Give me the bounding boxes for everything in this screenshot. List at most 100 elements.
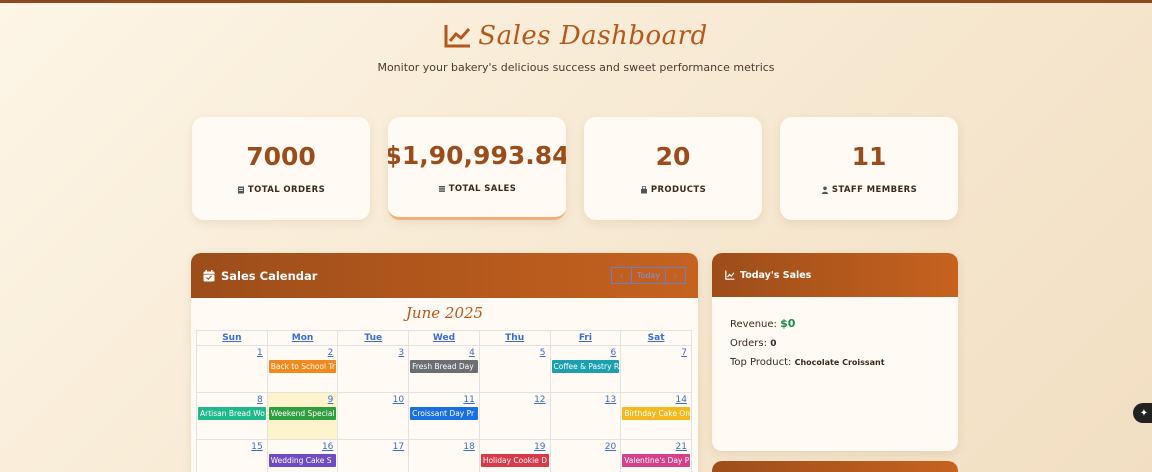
calendar-event[interactable]: Holiday Cookie D (480, 454, 549, 467)
stat-label-text: TOTAL SALES (448, 183, 517, 194)
calendar-day-cell[interactable]: 20 (549, 439, 622, 472)
day-number-link[interactable]: 17 (338, 440, 408, 454)
weekday-header[interactable]: Wed (408, 330, 480, 346)
page-subtitle: Monitor your bakery's delicious success … (377, 61, 775, 74)
calendar-title-text: Sales Calendar (221, 268, 318, 283)
day-number-link[interactable]: 5 (480, 346, 550, 360)
weekday-row: Sun Mon Tue Wed Thu Fri Sat (196, 330, 692, 346)
day-number-link[interactable]: 21 (621, 440, 691, 454)
calendar-day-cell[interactable]: 7 (620, 345, 692, 393)
calendar-body: 1 2 Back to School Tr 3 4 Fresh Bread Day 5 6 Co… (196, 345, 692, 472)
calendar-day-cell[interactable]: 21 Valentine's Day P (620, 439, 692, 472)
line-chart-icon (725, 270, 735, 280)
stat-card-products[interactable]: 20 PRODUCTS (584, 117, 762, 220)
stat-card-staff-members[interactable]: 11 STAFF MEMBERS (780, 117, 958, 220)
calendar-day-cell[interactable]: 8 Artisan Bread Wo (196, 392, 268, 440)
todays-sales-header: Today's Sales (712, 253, 958, 297)
calendar-day-cell[interactable]: 17 (337, 439, 410, 472)
user-icon (821, 186, 829, 194)
calendar-day-cell[interactable]: 1 (196, 345, 268, 393)
calendar-day-cell[interactable]: 10 (337, 392, 410, 440)
calendar-day-cell[interactable]: 12 (478, 392, 551, 440)
stat-label: STAFF MEMBERS (821, 185, 917, 195)
calendar-day-cell[interactable]: 6 Coffee & Pastry R (549, 345, 622, 393)
title-row: Sales Dashboard (0, 21, 1152, 51)
assistant-button[interactable]: ✦ (1133, 403, 1152, 423)
day-number-link[interactable]: 15 (197, 440, 267, 454)
calendar-event[interactable]: Fresh Bread Day (410, 360, 478, 373)
day-number-link[interactable]: 1 (197, 346, 267, 360)
day-number-link[interactable]: 13 (551, 393, 621, 407)
weekday-header[interactable]: Sun (196, 330, 268, 346)
today-button[interactable]: Today (631, 268, 666, 283)
day-number-link[interactable]: 19 (480, 440, 550, 454)
calendar-event[interactable]: Birthday Cake On (622, 407, 690, 420)
calendar-day-cell[interactable]: 3 (337, 345, 410, 393)
calendar-day-cell[interactable]: 16 Wedding Cake S (266, 439, 339, 472)
weekday-header[interactable]: Tue (337, 330, 410, 346)
day-number-link[interactable]: 12 (480, 393, 550, 407)
todays-sales-body: Revenue: $0 Orders: 0 Top Product: Choco… (712, 297, 958, 368)
calendar-day-cell[interactable]: 5 (478, 345, 551, 393)
top-product-label: Top Product: (730, 357, 792, 368)
calendar-event[interactable]: Artisan Bread Wo (198, 407, 266, 420)
calendar-event[interactable]: Croissant Day Pr (410, 407, 478, 420)
calendar-event[interactable]: Valentine's Day P (622, 454, 690, 467)
calendar-day-cell[interactable]: 13 (549, 392, 622, 440)
day-number-link[interactable]: 14 (621, 393, 691, 407)
stat-card-total-sales[interactable]: $1,90,993.84 TOTAL SALES (388, 117, 566, 220)
revenue-value: $0 (780, 317, 796, 330)
top-product-value: Chocolate Croissant (794, 358, 885, 367)
stat-label-text: PRODUCTS (650, 185, 707, 195)
calendar-event[interactable]: Back to School Tr (268, 360, 337, 373)
coins-icon (438, 185, 445, 192)
calendar-week: 8 Artisan Bread Wo 9 Weekend Special 10 11 Cro… (196, 392, 692, 440)
day-number-link[interactable]: 7 (621, 346, 691, 360)
box-icon (640, 186, 647, 194)
calendar-day-cell[interactable]: 18 (408, 439, 480, 472)
calendar-event[interactable]: Wedding Cake S (268, 454, 337, 467)
calendar-day-cell[interactable]: 2 Back to School Tr (266, 345, 339, 393)
orders-row: Orders: 0 (730, 338, 958, 349)
day-number-link[interactable]: 10 (338, 393, 408, 407)
day-number-link[interactable]: 11 (409, 393, 479, 407)
calendar-day-cell[interactable]: 9 Weekend Special (266, 392, 339, 440)
revenue-label: Revenue: (730, 319, 777, 330)
day-number-link[interactable]: 3 (338, 346, 408, 360)
calendar-grid: Sun Mon Tue Wed Thu Fri Sat 1 2 Back to School T… (196, 330, 692, 472)
todays-sales-title: Today's Sales (740, 269, 812, 281)
next-month-button[interactable]: › (666, 268, 685, 283)
line-chart-icon (444, 25, 471, 48)
stats-row: 7000 TOTAL ORDERS $1,90,993.84 TOTAL SAL… (192, 117, 958, 220)
day-number-link[interactable]: 6 (551, 346, 621, 360)
calendar-day-cell[interactable]: 14 Birthday Cake On (620, 392, 692, 440)
calendar-day-cell[interactable]: 15 (196, 439, 268, 472)
calendar-check-icon (203, 269, 215, 281)
weekday-header[interactable]: Mon (266, 330, 339, 346)
day-number-link[interactable]: 4 (409, 346, 479, 360)
orders-value: 0 (770, 339, 777, 349)
day-number-link[interactable]: 16 (268, 440, 338, 454)
weekday-header[interactable]: Fri (549, 330, 622, 346)
calendar-day-cell[interactable]: 19 Holiday Cookie D (478, 439, 551, 472)
calendar-event[interactable]: Coffee & Pastry R (551, 360, 620, 373)
stat-value: 11 (851, 142, 887, 171)
weekday-header[interactable]: Sat (620, 330, 692, 346)
day-number-link[interactable]: 9 (268, 393, 338, 407)
stat-value: $1,90,993.84 (388, 140, 566, 170)
day-number-link[interactable]: 18 (409, 440, 479, 454)
revenue-row: Revenue: $0 (730, 317, 958, 330)
top-product-row: Top Product: Chocolate Croissant (730, 357, 958, 368)
day-number-link[interactable]: 8 (197, 393, 267, 407)
calendar-day-cell[interactable]: 4 Fresh Bread Day (408, 345, 480, 393)
calendar-event[interactable]: Weekend Special (268, 407, 337, 420)
page-title: Sales Dashboard (478, 21, 708, 51)
weekday-header[interactable]: Thu (478, 330, 551, 346)
stat-card-total-orders[interactable]: 7000 TOTAL ORDERS (192, 117, 370, 220)
todays-sales-card: Today's Sales Revenue: $0 Orders: 0 Top … (712, 253, 958, 451)
day-number-link[interactable]: 20 (551, 440, 621, 454)
day-number-link[interactable]: 2 (268, 346, 338, 360)
stat-label-text: TOTAL ORDERS (247, 185, 326, 195)
calendar-day-cell[interactable]: 11 Croissant Day Pr (408, 392, 480, 440)
prev-month-button[interactable]: ‹ (612, 268, 631, 283)
